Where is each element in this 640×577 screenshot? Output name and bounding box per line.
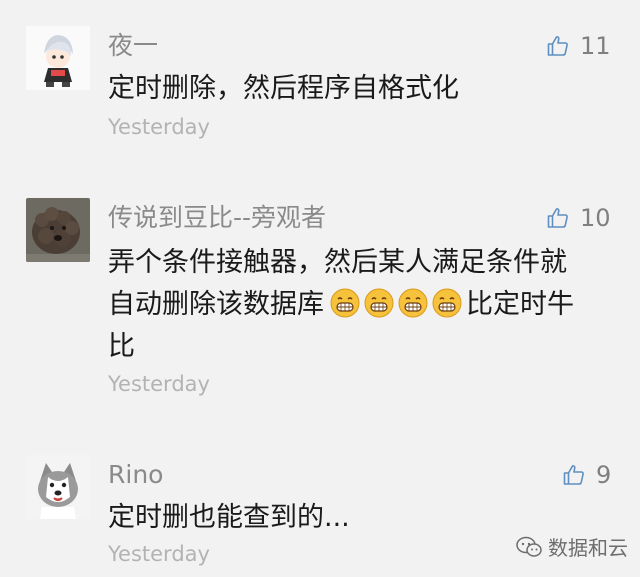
- like-count: 9: [596, 461, 612, 489]
- thumbs-up-icon: [547, 208, 568, 228]
- like-button[interactable]: 9: [562, 460, 611, 490]
- thumbs-up-icon: [547, 36, 568, 56]
- comment-text-line-2a: 自动删除该数据库: [108, 289, 324, 320]
- emoji-group: [330, 288, 466, 320]
- thumbs-up-icon: [563, 465, 584, 485]
- commenter-name[interactable]: 夜一: [108, 31, 158, 61]
- anime-character-avatar: [26, 26, 90, 90]
- grinning-face-emoji: [432, 288, 462, 318]
- like-count: 11: [580, 32, 611, 60]
- like-button[interactable]: 10: [546, 203, 611, 233]
- grinning-face-emoji: [330, 288, 360, 318]
- wechat-logo-icon: [516, 536, 542, 557]
- comment-text-line-2: 自动删除该数据库 比定时牛: [108, 284, 608, 326]
- like-button[interactable]: 11: [546, 31, 611, 61]
- comment-text-line-3: 比: [108, 331, 135, 362]
- comment-time: Yesterday: [108, 115, 210, 139]
- comment-time: Yesterday: [108, 542, 210, 566]
- husky-dog-avatar: [26, 455, 90, 519]
- commenter-name[interactable]: Rino: [108, 460, 163, 490]
- grinning-face-emoji: [364, 288, 394, 318]
- comment-text-line-1: 弄个条件接触器，然后某人满足条件就: [108, 247, 567, 278]
- grinning-face-emoji: [398, 288, 428, 318]
- comment-text: 定时删除，然后程序自格式化: [108, 73, 459, 104]
- avatar-1[interactable]: [26, 26, 90, 90]
- watermark-label: 数据和云: [548, 536, 628, 560]
- comment-1: 夜一 11 定时删除，然后程序自格式化 Yesterday: [0, 0, 640, 150]
- comment-text: 弄个条件接触器，然后某人满足条件就 自动删除该数据库 比定时牛 比: [108, 242, 608, 368]
- avatar-3[interactable]: [26, 455, 90, 519]
- curly-dog-avatar: [26, 198, 90, 262]
- comment-time: Yesterday: [108, 372, 210, 396]
- avatar-2[interactable]: [26, 198, 90, 262]
- commenter-name[interactable]: 传说到豆比--旁观者: [108, 203, 326, 233]
- like-count: 10: [580, 204, 611, 232]
- watermark: 数据和云: [516, 532, 628, 561]
- comment-text-line-2b: 比定时牛: [466, 289, 574, 320]
